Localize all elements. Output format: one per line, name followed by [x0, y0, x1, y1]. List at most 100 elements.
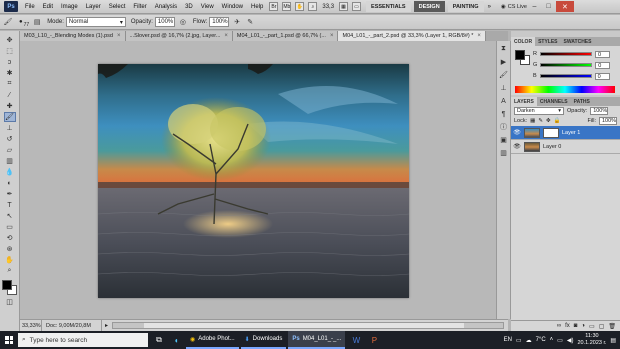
- layer-style-icon[interactable]: fx: [565, 323, 570, 329]
- menu-file[interactable]: File: [21, 0, 39, 14]
- doc-tab-4[interactable]: M04_L01_-_part_2.psd @ 33,3% (Layer 1, R…: [338, 31, 486, 41]
- color-panel-swatches[interactable]: [515, 50, 531, 66]
- blue-value-input[interactable]: 0: [594, 72, 610, 80]
- history-panel-icon[interactable]: ⧗: [499, 44, 509, 54]
- workspace-painting[interactable]: PAINTING: [447, 1, 484, 12]
- clone-source-panel-icon[interactable]: ⊥: [499, 83, 509, 93]
- close-button[interactable]: ✕: [555, 1, 574, 12]
- close-icon[interactable]: ×: [224, 33, 228, 39]
- weather-temp[interactable]: 7°C: [536, 337, 546, 343]
- character-panel-icon[interactable]: A: [499, 96, 509, 106]
- notifications-icon[interactable]: ▤: [610, 337, 616, 344]
- doc-tab-2[interactable]: ...Slover.psd @ 16,7% (2.jpg, Layer... ×: [125, 31, 233, 41]
- layer-opacity-input[interactable]: 100%: [590, 107, 609, 115]
- cs-live-button[interactable]: ◉ CS Live: [501, 4, 527, 10]
- menu-view[interactable]: View: [197, 0, 218, 14]
- language-indicator[interactable]: EN: [504, 337, 512, 343]
- tab-swatches[interactable]: SWATCHES: [561, 37, 595, 46]
- blue-slider[interactable]: [539, 74, 592, 78]
- volume-icon[interactable]: ◀): [567, 337, 574, 344]
- zoom-tool-icon[interactable]: ⌕: [4, 266, 16, 276]
- 3d-orbit-tool-icon[interactable]: ⊛: [4, 244, 16, 254]
- paragraph-panel-icon[interactable]: ¶: [499, 109, 509, 119]
- arrange-documents-icon[interactable]: ▦: [339, 2, 349, 11]
- fill-input[interactable]: 100%: [599, 117, 617, 125]
- lock-all-icon[interactable]: 🔒: [554, 118, 561, 124]
- visibility-eye-icon[interactable]: 👁: [513, 129, 521, 136]
- clone-stamp-tool-icon[interactable]: ⊥: [4, 123, 16, 133]
- tab-paths[interactable]: PATHS: [571, 97, 593, 106]
- red-value-input[interactable]: 0: [594, 50, 610, 58]
- menu-analysis[interactable]: Analysis: [151, 0, 181, 14]
- zoom-tool-icon[interactable]: ⌕: [308, 2, 318, 11]
- status-zoom-field[interactable]: 33,33%: [20, 319, 42, 332]
- foreground-color-swatch[interactable]: [1, 280, 12, 290]
- zoom-level[interactable]: 33,3: [322, 4, 334, 10]
- eyedropper-tool-icon[interactable]: ⁄: [4, 90, 16, 100]
- hand-tool-icon[interactable]: ✋: [4, 255, 16, 265]
- pressure-size-icon[interactable]: ✎: [245, 17, 255, 27]
- move-tool-icon[interactable]: ✥: [4, 35, 16, 45]
- add-mask-icon[interactable]: ◙: [574, 323, 578, 329]
- menu-select[interactable]: Select: [105, 0, 130, 14]
- info-panel-icon[interactable]: ⓘ: [499, 122, 509, 132]
- navigator-panel-icon[interactable]: ▣: [499, 135, 509, 145]
- visibility-eye-icon[interactable]: 👁: [513, 143, 521, 150]
- screen-mode-icon[interactable]: ▭: [352, 2, 362, 11]
- close-icon[interactable]: ×: [117, 33, 121, 39]
- menu-help[interactable]: Help: [247, 0, 267, 14]
- workspace-design[interactable]: DESIGN: [413, 1, 445, 12]
- menu-3d[interactable]: 3D: [181, 0, 197, 14]
- menu-filter[interactable]: Filter: [129, 0, 150, 14]
- chevron-up-icon[interactable]: ˄: [550, 337, 554, 343]
- layer-row-layer-0[interactable]: 👁 Layer 0: [511, 140, 620, 154]
- taskbar-search-box[interactable]: ⌕ Type here to search: [18, 333, 148, 347]
- workspace-more[interactable]: »: [484, 0, 495, 14]
- edge-icon[interactable]: ◐: [170, 333, 184, 347]
- layer-mask-thumbnail[interactable]: [543, 127, 559, 138]
- doc-tab-1[interactable]: M03_L10_-_Blending Modes (1).psd ×: [20, 31, 126, 41]
- shape-tool-icon[interactable]: ▭: [4, 222, 16, 232]
- minimize-button[interactable]: –: [528, 1, 541, 12]
- histogram-panel-icon[interactable]: ▥: [499, 148, 509, 158]
- image-canvas[interactable]: [98, 64, 409, 298]
- bridge-icon[interactable]: Br: [269, 2, 279, 11]
- airbrush-icon[interactable]: ✈: [232, 17, 242, 27]
- layer-name[interactable]: Layer 0: [543, 144, 561, 150]
- taskbar-app-downloads[interactable]: ⬇ Downloads: [240, 331, 287, 349]
- pressure-opacity-icon[interactable]: ◎: [178, 17, 188, 27]
- maximize-button[interactable]: □: [542, 1, 555, 12]
- taskbar-app-chrome[interactable]: ◉ Adobe Phot...: [186, 331, 239, 349]
- brushes-panel-icon[interactable]: 🖌: [499, 70, 509, 80]
- doc-tab-3[interactable]: M04_L01_-_part_1.psd @ 66,7% (... ×: [232, 31, 339, 41]
- lock-pixels-icon[interactable]: ✎: [538, 118, 543, 124]
- hand-tool-icon[interactable]: ✋: [295, 2, 305, 11]
- tab-styles[interactable]: STYLES: [535, 37, 560, 46]
- lock-position-icon[interactable]: ✥: [546, 118, 551, 124]
- dodge-tool-icon[interactable]: ◐: [4, 178, 16, 188]
- flow-input[interactable]: 100%: [209, 17, 230, 27]
- green-value-input[interactable]: 0: [595, 61, 611, 69]
- healing-brush-tool-icon[interactable]: ✚: [4, 101, 16, 111]
- eraser-tool-icon[interactable]: ▱: [4, 145, 16, 155]
- red-slider[interactable]: [539, 52, 592, 56]
- marquee-tool-icon[interactable]: ⬚: [4, 46, 16, 56]
- scrollbar-thumb[interactable]: [144, 323, 464, 328]
- green-slider[interactable]: [540, 63, 593, 67]
- tab-layers[interactable]: LAYERS: [511, 97, 537, 106]
- word-icon[interactable]: W: [349, 333, 363, 347]
- opacity-input[interactable]: 100%: [154, 17, 175, 27]
- 3d-rotate-tool-icon[interactable]: ⟲: [4, 233, 16, 243]
- taskbar-app-photoshop[interactable]: Ps M04_L01_-_...: [288, 331, 346, 349]
- brush-tool-icon[interactable]: 🖌: [3, 112, 16, 122]
- tab-color[interactable]: COLOR: [511, 37, 536, 46]
- layer-name[interactable]: Layer 1: [562, 130, 580, 136]
- actions-panel-icon[interactable]: ▶: [499, 57, 509, 67]
- link-layers-icon[interactable]: ∞: [557, 323, 561, 329]
- gradient-tool-icon[interactable]: ▥: [4, 156, 16, 166]
- quick-select-tool-icon[interactable]: ✱: [4, 68, 16, 78]
- lasso-tool-icon[interactable]: ↄ: [4, 57, 16, 67]
- brush-panel-icon[interactable]: ▤: [32, 17, 42, 27]
- horizontal-scrollbar[interactable]: [112, 322, 504, 329]
- mode-select[interactable]: Normal ▾: [65, 17, 126, 27]
